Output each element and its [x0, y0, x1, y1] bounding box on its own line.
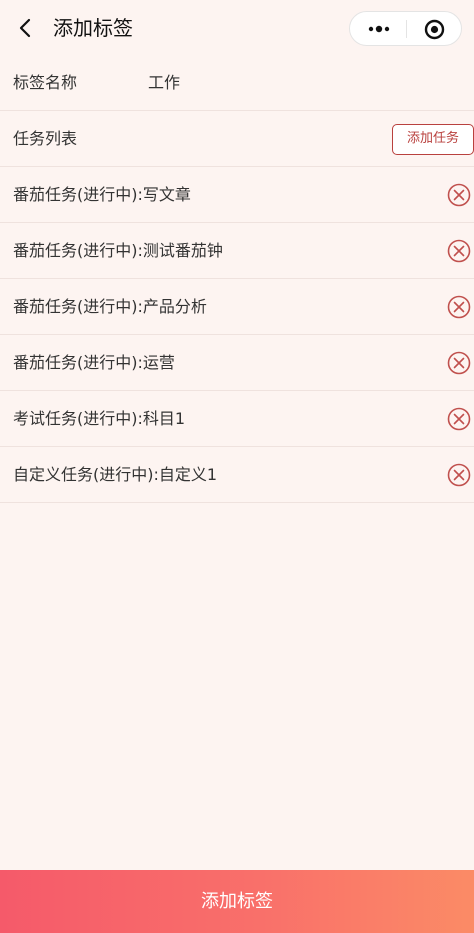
task-list-label: 任务列表	[13, 129, 78, 148]
mini-program-capsule	[349, 11, 462, 46]
target-icon[interactable]	[424, 19, 445, 40]
tag-name-row: 标签名称 工作	[0, 56, 474, 111]
close-circle-icon[interactable]	[447, 239, 471, 263]
submit-add-tag-button[interactable]: 添加标签	[0, 870, 474, 933]
task-item: 考试任务(进行中):科目1	[0, 391, 474, 447]
close-circle-icon[interactable]	[447, 351, 471, 375]
task-item-text: 番茄任务(进行中):运营	[13, 353, 175, 372]
task-item: 自定义任务(进行中):自定义1	[0, 447, 474, 503]
task-item-text: 自定义任务(进行中):自定义1	[13, 465, 218, 484]
close-circle-icon[interactable]	[447, 463, 471, 487]
close-circle-icon[interactable]	[447, 295, 471, 319]
close-circle-icon[interactable]	[447, 183, 471, 207]
add-task-button[interactable]: 添加任务	[392, 124, 474, 155]
task-item: 番茄任务(进行中):运营	[0, 335, 474, 391]
task-item-text: 番茄任务(进行中):写文章	[13, 185, 191, 204]
task-item: 番茄任务(进行中):测试番茄钟	[0, 223, 474, 279]
task-item-text: 番茄任务(进行中):产品分析	[13, 297, 207, 316]
task-item: 番茄任务(进行中):产品分析	[0, 279, 474, 335]
tag-name-field[interactable]: 工作	[148, 71, 180, 95]
task-item: 番茄任务(进行中):写文章	[0, 167, 474, 223]
close-circle-icon[interactable]	[447, 407, 471, 431]
more-dots-icon[interactable]	[367, 21, 391, 37]
task-item-text: 番茄任务(进行中):测试番茄钟	[13, 241, 223, 260]
navigation-bar: 添加标签	[0, 0, 474, 56]
tag-name-label: 标签名称	[13, 73, 78, 92]
chevron-left-icon[interactable]	[14, 16, 38, 40]
task-item-text: 考试任务(进行中):科目1	[13, 409, 186, 428]
capsule-divider	[406, 20, 407, 38]
page-title: 添加标签	[53, 16, 133, 40]
